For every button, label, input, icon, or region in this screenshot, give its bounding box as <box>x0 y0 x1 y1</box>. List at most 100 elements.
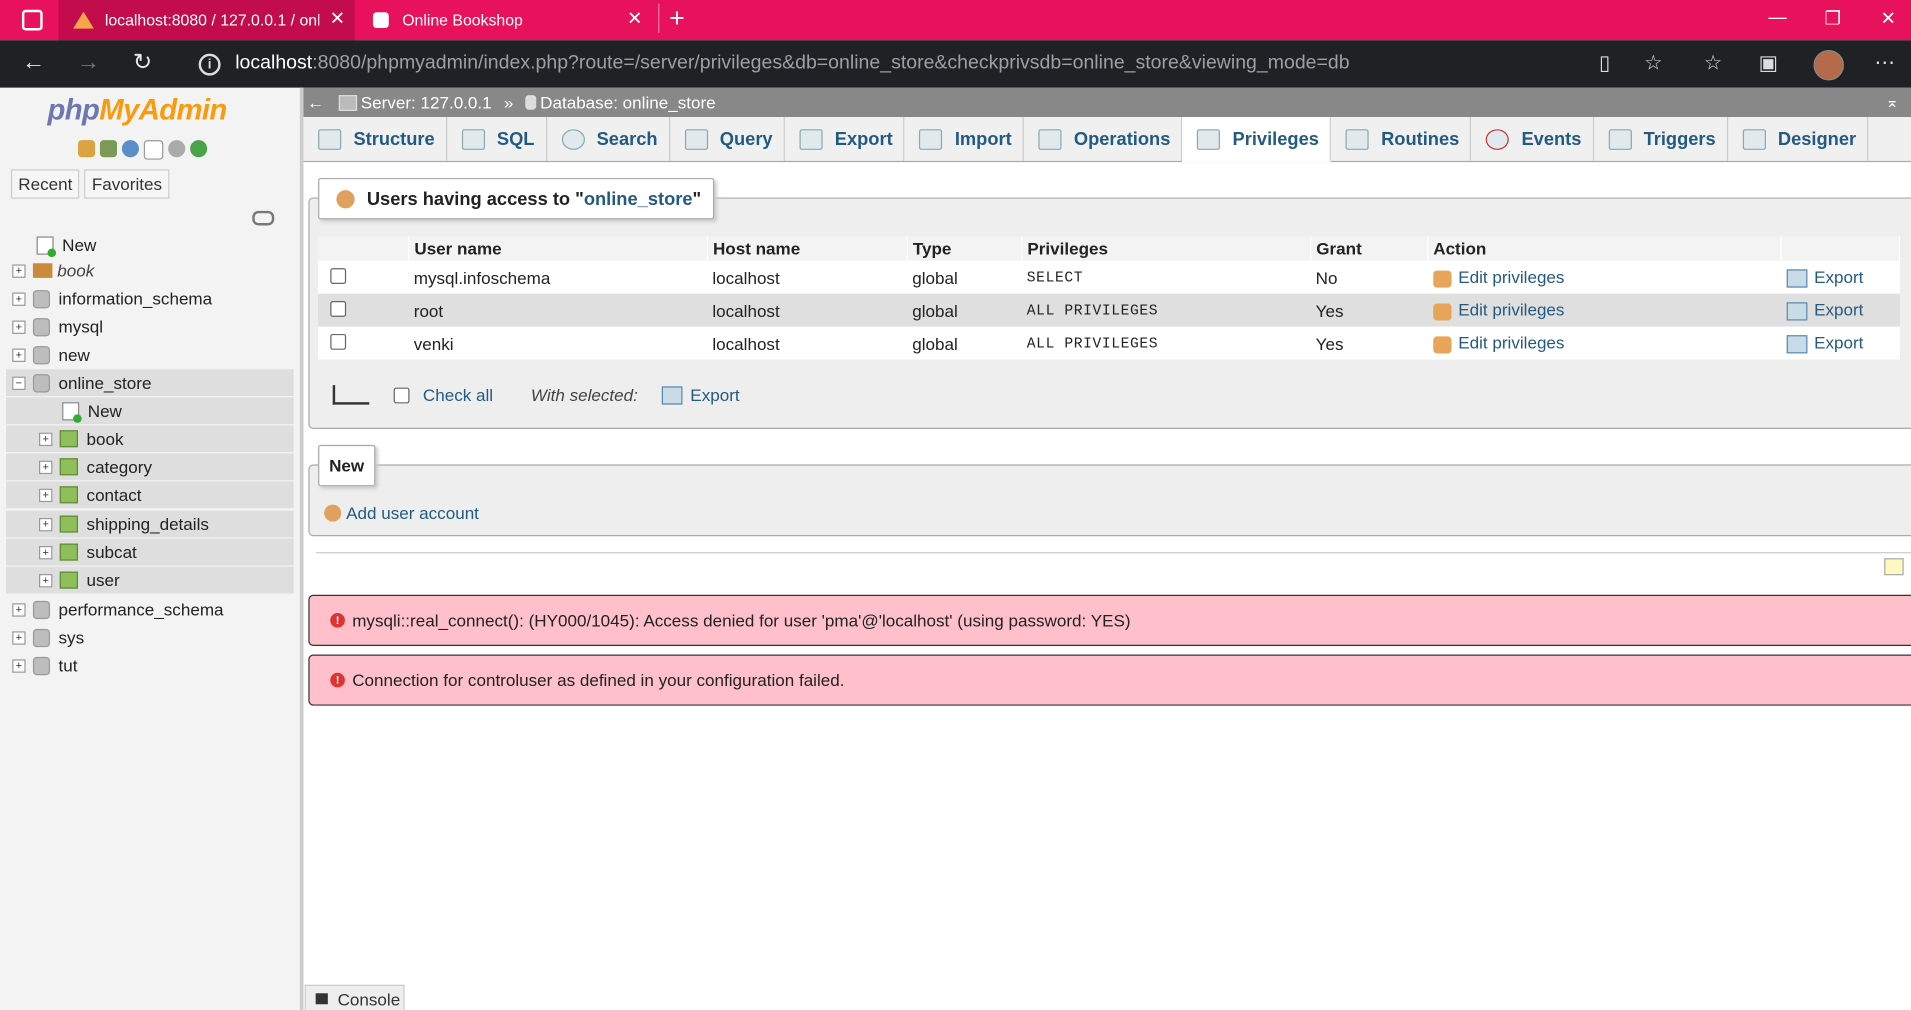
with-selected-label: With selected: <box>530 385 638 405</box>
minimize-button[interactable]: — <box>1768 7 1786 28</box>
browser-tab-bookshop[interactable]: Online Bookshop ✕ <box>357 0 652 40</box>
expand-icon[interactable]: + <box>12 319 26 334</box>
docs-icon[interactable] <box>143 140 164 160</box>
more-menu-icon[interactable]: ⋯ <box>1874 51 1895 75</box>
link-with-main-icon[interactable] <box>252 210 275 226</box>
tree-db-tut[interactable]: + tut <box>12 652 77 679</box>
immersive-reader-icon[interactable]: ▯ <box>1599 51 1610 75</box>
collapse-nav-icon[interactable]: ← <box>307 93 324 113</box>
export-link[interactable]: Export <box>1814 333 1863 353</box>
tab-events[interactable]: Events <box>1471 117 1594 161</box>
add-user-account-link[interactable]: Add user account <box>324 503 479 523</box>
tab-designer[interactable]: Designer <box>1728 117 1869 161</box>
table-icon <box>59 458 78 476</box>
close-tab-icon[interactable]: ✕ <box>627 9 642 30</box>
home-icon[interactable] <box>78 140 96 158</box>
tree-db-mysql[interactable]: + mysql <box>12 313 103 340</box>
favorites-icon[interactable]: ☆ <box>1704 51 1723 75</box>
export-link[interactable]: Export <box>1814 267 1863 287</box>
expand-icon[interactable]: + <box>39 517 53 531</box>
tree-db-book[interactable]: + book <box>12 257 94 284</box>
tree-db-performance-schema[interactable]: + performance_schema <box>12 596 224 623</box>
reload-button[interactable]: ↻ <box>133 51 152 75</box>
breadcrumb-server[interactable]: Server: 127.0.0.1 <box>361 93 492 113</box>
tab-query[interactable]: Query <box>670 117 785 161</box>
console-button[interactable]: Console <box>304 984 405 1010</box>
expand-icon[interactable]: + <box>39 545 53 559</box>
add-user-icon <box>324 504 342 522</box>
tab-privileges[interactable]: Privileges <box>1182 117 1332 163</box>
url-text[interactable]: localhost:8080/phpmyadmin/index.php?rout… <box>235 52 1349 74</box>
check-all-label[interactable]: Check all <box>423 385 493 405</box>
forward-button[interactable]: → <box>77 51 100 75</box>
back-button[interactable]: ← <box>22 51 45 75</box>
reload-nav-icon[interactable] <box>190 140 208 158</box>
logout-icon[interactable] <box>99 140 117 158</box>
profile-avatar[interactable] <box>1813 49 1844 81</box>
phpmyadmin-logo[interactable]: phpMyAdmin <box>48 94 228 128</box>
tab-export[interactable]: Export <box>785 117 905 161</box>
expand-icon[interactable]: + <box>12 291 26 306</box>
expand-icon[interactable]: + <box>12 602 26 617</box>
row-checkbox[interactable] <box>330 267 347 284</box>
expand-icon[interactable]: + <box>39 573 53 587</box>
collapse-icon[interactable]: − <box>12 375 26 390</box>
tab-routines[interactable]: Routines <box>1331 117 1472 161</box>
expand-icon[interactable]: + <box>39 460 53 474</box>
export-selected-button[interactable]: Export <box>690 385 739 405</box>
expand-icon[interactable]: + <box>12 347 26 362</box>
tab-sql[interactable]: SQL <box>447 117 547 161</box>
cell-user: mysql.infoschema <box>408 260 708 294</box>
recent-tab[interactable]: Recent <box>10 169 80 199</box>
tree-table-contact[interactable]: + contact <box>6 481 294 509</box>
settings-gear-icon[interactable] <box>168 140 186 158</box>
tree-table-user[interactable]: + user <box>6 566 294 594</box>
collections-icon[interactable]: ▣ <box>1759 51 1779 75</box>
close-window-button[interactable]: ✕ <box>1881 7 1896 30</box>
tree-table-category[interactable]: + category <box>6 453 294 481</box>
close-tab-icon[interactable]: ✕ <box>330 9 345 30</box>
tree-new-table[interactable]: New <box>6 397 294 425</box>
tree-new-database[interactable]: New <box>36 232 96 259</box>
tab-triggers[interactable]: Triggers <box>1594 117 1728 161</box>
help-icon[interactable] <box>121 140 139 158</box>
edit-privileges-link[interactable]: Edit privileges <box>1458 333 1564 353</box>
edit-privileges-link[interactable]: Edit privileges <box>1458 267 1564 287</box>
tree-table-shipping-details[interactable]: + shipping_details <box>6 510 294 538</box>
tree-db-sys[interactable]: + sys <box>12 624 84 651</box>
breadcrumb-database[interactable]: Database: online_store <box>540 93 716 113</box>
favorites-tab[interactable]: Favorites <box>84 169 170 199</box>
table-row: root localhost global ALL PRIVILEGES Yes… <box>318 293 1900 327</box>
scroll-top-icon[interactable]: ⌅ <box>1886 93 1899 113</box>
cell-privileges: ALL PRIVILEGES <box>1021 326 1311 360</box>
add-favorite-icon[interactable]: ☆ <box>1644 51 1663 75</box>
tree-db-online-store[interactable]: − online_store <box>6 369 294 397</box>
export-link[interactable]: Export <box>1814 300 1863 320</box>
tab-actions-icon[interactable] <box>21 9 43 31</box>
expand-icon[interactable]: + <box>12 658 26 673</box>
tab-structure[interactable]: Structure <box>303 117 447 161</box>
site-info-icon[interactable]: i <box>198 53 221 76</box>
row-checkbox[interactable] <box>330 300 347 317</box>
notes-icon[interactable] <box>1884 558 1904 576</box>
expand-icon[interactable]: + <box>39 488 53 502</box>
check-all-checkbox[interactable] <box>393 386 410 403</box>
browser-tab-phpmyadmin[interactable]: localhost:8080 / 127.0.0.1 / online_stor… <box>58 0 355 41</box>
tab-search[interactable]: Search <box>547 117 670 161</box>
restore-button[interactable]: ❐ <box>1824 7 1840 30</box>
row-checkbox[interactable] <box>330 333 347 350</box>
tab-operations[interactable]: Operations <box>1024 117 1183 161</box>
tree-table-subcat[interactable]: + subcat <box>6 538 294 566</box>
tab-import[interactable]: Import <box>905 117 1024 161</box>
bulk-actions-bar: Check all With selected: Export <box>332 385 740 405</box>
tab-title: Online Bookshop <box>402 10 523 30</box>
expand-icon[interactable]: + <box>12 630 26 645</box>
tree-db-information-schema[interactable]: + information_schema <box>12 285 212 312</box>
expand-icon[interactable]: + <box>12 263 26 278</box>
expand-icon[interactable]: + <box>39 432 53 446</box>
tree-db-new[interactable]: + new <box>12 341 90 368</box>
new-item-icon <box>36 235 57 257</box>
new-tab-button[interactable]: + <box>658 3 685 33</box>
edit-privileges-link[interactable]: Edit privileges <box>1458 300 1564 320</box>
tree-table-book[interactable]: + book <box>6 425 294 453</box>
